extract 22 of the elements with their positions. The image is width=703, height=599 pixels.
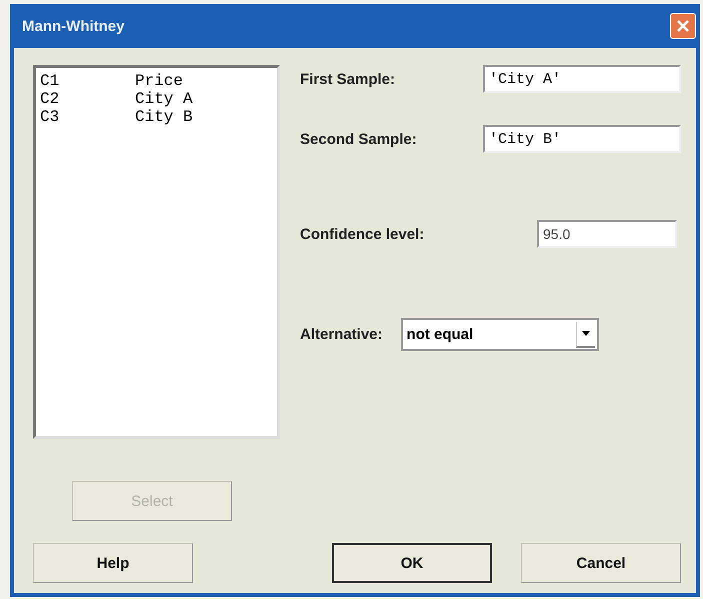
confidence-field[interactable]: 95.0: [537, 220, 677, 248]
sample-field[interactable]: 'City B': [483, 125, 681, 153]
close-icon: [675, 18, 691, 34]
field-label: Confidence level:: [300, 226, 424, 242]
dialog-button[interactable]: Help: [33, 543, 193, 583]
variable-name[interactable]: Price: [135, 72, 184, 90]
column-id[interactable]: C1: [40, 72, 135, 90]
column-id[interactable]: C2: [40, 90, 135, 108]
window-title: Mann-Whitney: [22, 18, 124, 34]
column-id[interactable]: C3: [40, 108, 135, 126]
variable-list[interactable]: C1 Price C2 City A C3 City B: [33, 65, 280, 439]
variable-name[interactable]: City A: [135, 90, 193, 108]
field-label: First Sample:: [300, 70, 396, 88]
dialog-button[interactable]: OK: [332, 543, 492, 583]
variable-name[interactable]: City B: [135, 108, 193, 126]
alternative-dropdown[interactable]: not equal: [400, 318, 599, 351]
field-label: Alternative:: [300, 326, 383, 343]
field-label: Second Sample:: [300, 130, 417, 148]
sample-field[interactable]: 'City A': [483, 65, 681, 93]
close-button[interactable]: [670, 13, 696, 39]
dialog-button[interactable]: Cancel: [521, 543, 681, 583]
dropdown-arrow-icon: [582, 331, 590, 336]
